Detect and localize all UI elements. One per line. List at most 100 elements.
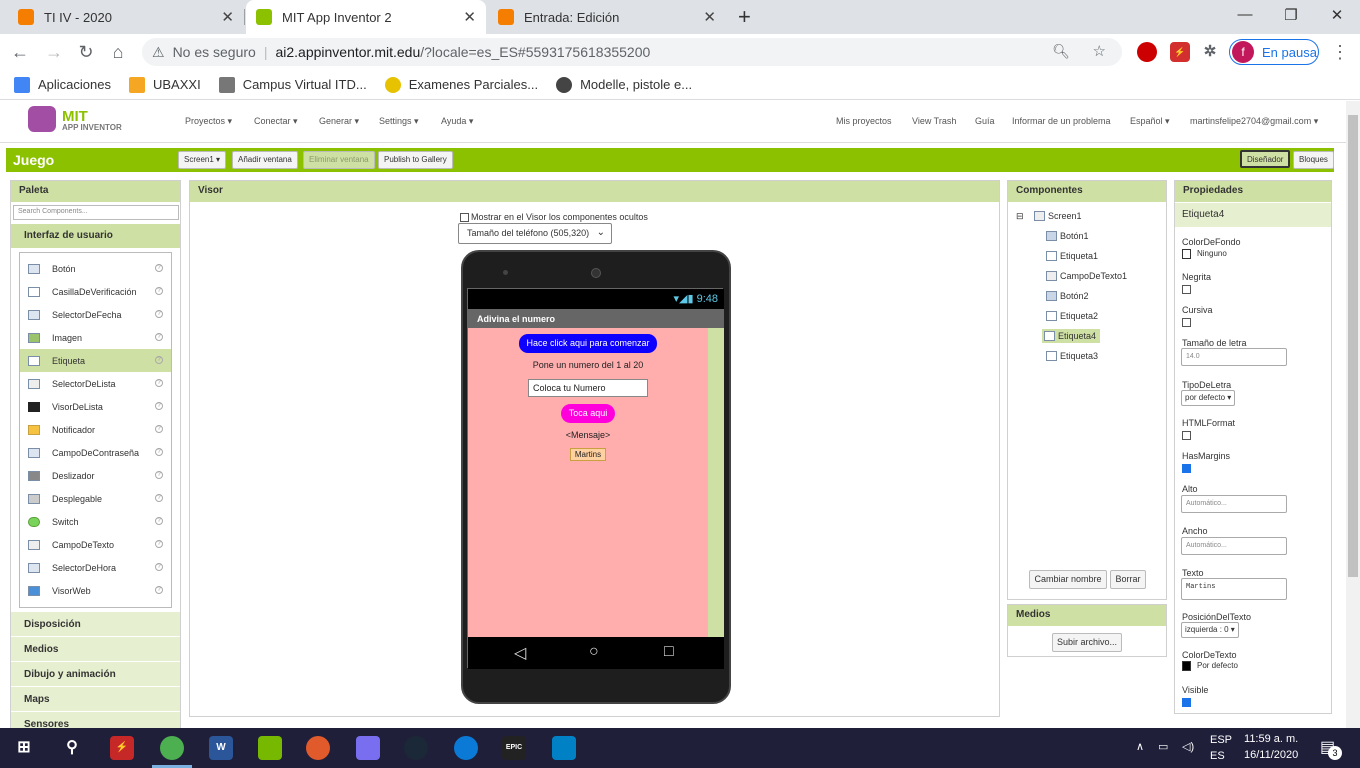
menu-proyectos[interactable]: Proyectos ▾ xyxy=(185,116,232,127)
restore-icon[interactable]: ❐ xyxy=(1276,6,1306,24)
language-indicator[interactable]: ESP ES xyxy=(1210,734,1232,762)
html-checkbox[interactable] xyxy=(1182,431,1191,440)
palette-item-listpicker[interactable]: SelectorDeLista? xyxy=(20,372,171,395)
reload-icon[interactable]: ↻ xyxy=(74,40,98,64)
bookmark-campus[interactable]: Campus Virtual ITD... xyxy=(218,76,367,93)
app-bolt-icon[interactable]: ⚡ xyxy=(110,736,134,760)
volume-icon[interactable]: ◁) xyxy=(1182,740,1194,753)
help-icon[interactable]: ? xyxy=(155,356,163,364)
extension-icon[interactable]: ⚡ xyxy=(1170,42,1190,62)
help-icon[interactable]: ? xyxy=(155,494,163,502)
delete-button[interactable]: Borrar xyxy=(1110,570,1146,589)
upload-file-button[interactable]: Subir archivo... xyxy=(1052,633,1122,652)
home-icon[interactable]: ⌂ xyxy=(106,40,130,64)
number-textbox[interactable]: Coloca tu Numero xyxy=(528,379,648,397)
publish-gallery-button[interactable]: Publish to Gallery xyxy=(378,151,453,169)
chevron-up-icon[interactable]: ∧ xyxy=(1136,740,1144,753)
forward-icon[interactable]: → xyxy=(42,40,66,64)
help-icon[interactable]: ? xyxy=(155,287,163,295)
help-icon[interactable]: ? xyxy=(155,425,163,433)
palette-item-slider[interactable]: Deslizador? xyxy=(20,464,171,487)
help-icon[interactable]: ? xyxy=(155,264,163,272)
profile-button[interactable]: f En pausa xyxy=(1229,39,1319,65)
help-icon[interactable]: ? xyxy=(155,448,163,456)
tree-node-boton1[interactable]: Botón1 xyxy=(1046,231,1089,241)
palette-item-spinner[interactable]: Desplegable? xyxy=(20,487,171,510)
instruction-label[interactable]: Pone un numero del 1 al 20 xyxy=(468,360,708,370)
logo-icon[interactable] xyxy=(28,106,56,132)
tree-node-boton2[interactable]: Botón2 xyxy=(1046,291,1089,301)
kebab-menu-icon[interactable]: ⋮ xyxy=(1328,40,1352,64)
help-icon[interactable]: ? xyxy=(155,517,163,525)
close-icon[interactable]: ✕ xyxy=(221,8,234,26)
discord-icon[interactable] xyxy=(356,736,380,760)
help-icon[interactable]: ? xyxy=(155,379,163,387)
italic-checkbox[interactable] xyxy=(1182,318,1191,327)
windows-start-icon[interactable]: ⊞ xyxy=(12,736,36,760)
screen-select-button[interactable]: Screen1 ▾ xyxy=(178,151,227,169)
help-icon[interactable]: ? xyxy=(155,333,163,341)
margins-checkbox[interactable] xyxy=(1182,464,1191,473)
show-hidden-checkbox[interactable]: Mostrar en el Visor los componentes ocul… xyxy=(460,212,648,222)
ubisoft-icon[interactable] xyxy=(454,736,478,760)
address-bar[interactable]: ⚠ No es seguro | ai2.appinventor.mit.edu… xyxy=(142,38,1122,66)
search-icon[interactable]: ⚲ xyxy=(60,736,84,760)
recent-nav-icon[interactable]: □ xyxy=(664,643,674,661)
tree-node-etiqueta3[interactable]: Etiqueta3 xyxy=(1046,351,1098,361)
menu-mis-proyectos[interactable]: Mis proyectos xyxy=(836,116,892,126)
new-tab-button[interactable]: + xyxy=(738,4,751,30)
tree-node-etiqueta1[interactable]: Etiqueta1 xyxy=(1046,251,1098,261)
minimize-icon[interactable]: — xyxy=(1230,6,1260,23)
fontsize-input[interactable]: 14.0 xyxy=(1181,348,1287,366)
menu-settings[interactable]: Settings ▾ xyxy=(379,116,419,127)
menu-guia[interactable]: Guía xyxy=(975,116,995,126)
palette-item-datepicker[interactable]: SelectorDeFecha? xyxy=(20,303,171,326)
palette-item-label[interactable]: Etiqueta? xyxy=(20,349,171,372)
tab-ti-iv[interactable]: TI IV - 2020 ✕ xyxy=(8,0,244,34)
network-icon[interactable]: ▭ xyxy=(1158,740,1168,753)
palette-item-image[interactable]: Imagen? xyxy=(20,326,171,349)
menu-view-trash[interactable]: View Trash xyxy=(912,116,956,126)
palette-item-password[interactable]: CampoDeContraseña? xyxy=(20,441,171,464)
origin-icon[interactable] xyxy=(306,736,330,760)
name-label[interactable]: Martins xyxy=(570,448,606,461)
message-label[interactable]: <Mensaje> xyxy=(468,430,708,440)
tab-app-inventor[interactable]: MIT App Inventor 2 ✕ xyxy=(246,0,486,34)
category-drawing[interactable]: Dibujo y animación xyxy=(11,661,180,686)
bookmark-ubaxxi[interactable]: UBAXXI xyxy=(129,76,201,93)
help-icon[interactable]: ? xyxy=(155,310,163,318)
chrome-icon[interactable] xyxy=(160,736,184,760)
help-icon[interactable]: ? xyxy=(155,540,163,548)
menu-account[interactable]: martinsfelipe2704@gmail.com ▾ xyxy=(1190,116,1318,127)
help-icon[interactable]: ? xyxy=(155,471,163,479)
prop-bgcolor-value[interactable]: Ninguno xyxy=(1182,249,1227,259)
collapse-icon[interactable]: ⊟ xyxy=(1016,211,1024,222)
height-input[interactable]: Automático... xyxy=(1181,495,1287,513)
menu-conectar[interactable]: Conectar ▾ xyxy=(254,116,298,127)
add-screen-button[interactable]: Añadir ventana xyxy=(232,151,298,169)
blocks-button[interactable]: Bloques xyxy=(1293,151,1334,169)
puzzle-icon[interactable]: ✲ xyxy=(1200,42,1220,62)
tab-entrada[interactable]: Entrada: Edición ✕ xyxy=(488,0,726,34)
bold-checkbox[interactable] xyxy=(1182,285,1191,294)
bookmark-star-icon[interactable]: ☆ xyxy=(1093,42,1106,60)
bookmark-apps[interactable]: Aplicaciones xyxy=(14,76,111,93)
palette-item-listview[interactable]: VisorDeLista? xyxy=(20,395,171,418)
touch-button[interactable]: Toca aqui xyxy=(561,404,615,423)
category-maps[interactable]: Maps xyxy=(11,686,180,711)
category-user-interface[interactable]: Interfaz de usuario xyxy=(11,224,180,248)
nvidia-icon[interactable] xyxy=(258,736,282,760)
logitech-icon[interactable] xyxy=(552,736,576,760)
adblock-icon[interactable] xyxy=(1137,42,1157,62)
tree-node-etiqueta4[interactable]: Etiqueta4 xyxy=(1042,329,1101,343)
home-nav-icon[interactable]: ○ xyxy=(589,643,599,661)
tree-node-etiqueta2[interactable]: Etiqueta2 xyxy=(1046,311,1098,321)
width-input[interactable]: Automático... xyxy=(1181,537,1287,555)
close-window-icon[interactable]: ✕ xyxy=(1322,6,1352,24)
palette-item-checkbox[interactable]: CasillaDeVerificación? xyxy=(20,280,171,303)
checkbox-box[interactable] xyxy=(460,212,469,222)
palette-item-boton[interactable]: Botón? xyxy=(20,257,171,280)
palette-item-switch[interactable]: Switch? xyxy=(20,510,171,533)
menu-language[interactable]: Español ▾ xyxy=(1130,116,1170,127)
prop-textcolor-value[interactable]: Por defecto xyxy=(1182,661,1238,671)
